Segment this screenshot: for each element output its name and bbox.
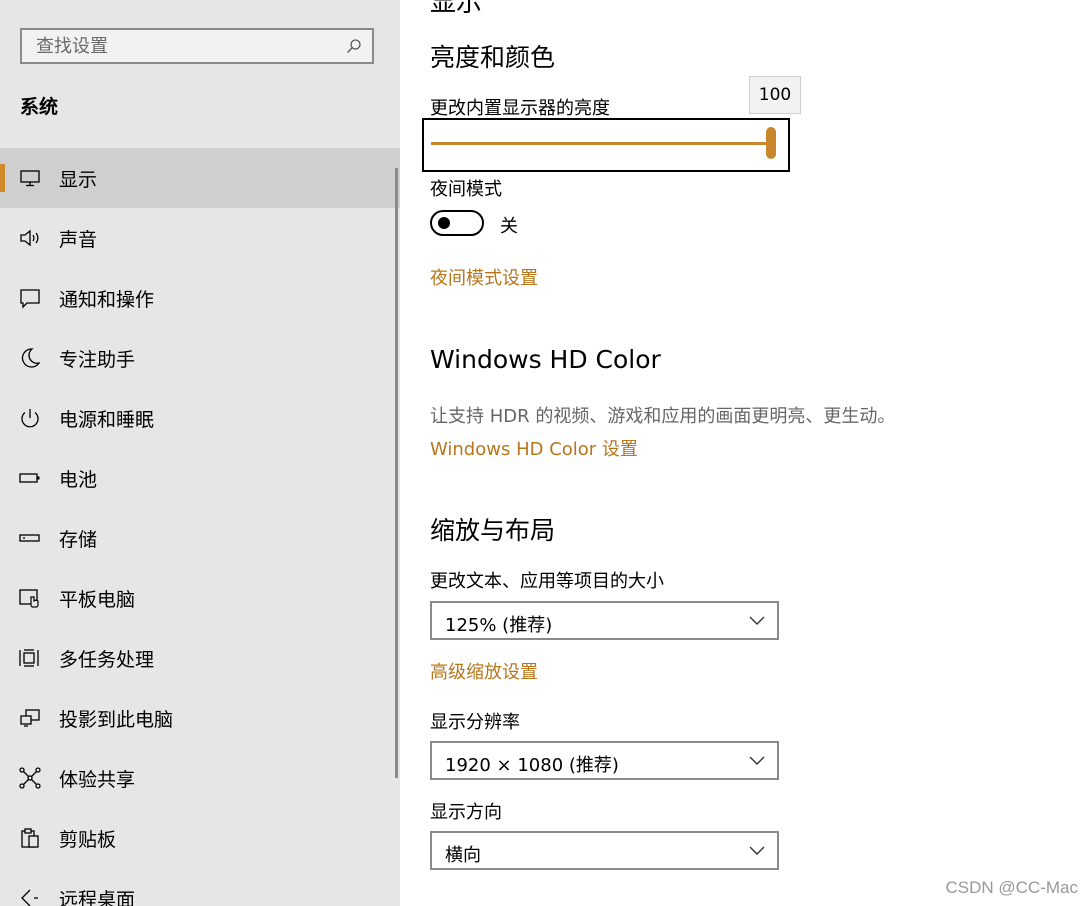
sidebar-item-project[interactable]: 投影到此电脑: [0, 688, 400, 748]
sidebar-item-power-sleep[interactable]: 电源和睡眠: [0, 388, 400, 448]
power-icon: [21, 409, 39, 428]
section-title: 系统: [20, 96, 59, 118]
chevron-down-icon: [749, 846, 765, 855]
slider-track[interactable]: [431, 142, 771, 145]
night-mode-settings-link[interactable]: 夜间模式设置: [430, 264, 538, 290]
sidebar-item-label: 声音: [59, 228, 98, 251]
hdr-heading: Windows HD Color: [430, 345, 661, 374]
sidebar-scrollbar[interactable]: [395, 168, 398, 778]
hdr-description: 让支持 HDR 的视频、游戏和应用的画面更明亮、更生动。: [430, 406, 896, 427]
sidebar-item-storage[interactable]: 存储: [0, 508, 400, 568]
search-icon[interactable]: [346, 38, 362, 54]
select-value: 1920 × 1080 (推荐): [445, 755, 619, 776]
brightness-slider[interactable]: [422, 118, 790, 172]
resolution-select[interactable]: 1920 × 1080 (推荐): [430, 741, 779, 780]
sidebar-item-tablet[interactable]: 平板电脑: [0, 568, 400, 628]
scale-size-label: 更改文本、应用等项目的大小: [430, 571, 664, 592]
main-content: 显示 亮度和颜色 更改内置显示器的亮度 100 夜间模式 关 夜间模式设置 Wi…: [400, 0, 1092, 906]
orientation-select[interactable]: 横向: [430, 831, 779, 870]
toggle-knob: [438, 217, 450, 229]
select-value: 125% (推荐): [445, 615, 553, 636]
sidebar-item-label: 远程桌面: [59, 888, 136, 906]
sidebar-item-focus-assist[interactable]: 专注助手: [0, 328, 400, 388]
sidebar-item-battery[interactable]: 电池: [0, 448, 400, 508]
brightness-heading: 亮度和颜色: [430, 43, 556, 72]
sidebar-item-label: 平板电脑: [59, 588, 136, 611]
speaker-icon: [20, 229, 39, 247]
monitor-icon: [20, 170, 40, 187]
sidebar-item-label: 专注助手: [59, 348, 136, 371]
moon-icon: [21, 348, 41, 368]
storage-icon: [19, 534, 40, 542]
message-icon: [20, 289, 40, 309]
advanced-scaling-link[interactable]: 高级缩放设置: [430, 658, 538, 684]
hdr-settings-link[interactable]: Windows HD Color 设置: [430, 435, 638, 461]
sidebar-item-label: 剪贴板: [59, 828, 117, 851]
night-mode-label: 夜间模式: [430, 179, 502, 200]
scale-select[interactable]: 125% (推荐): [430, 601, 779, 640]
brightness-value-tooltip: 100: [749, 76, 801, 114]
sidebar-item-label: 多任务处理: [59, 648, 155, 671]
sidebar-nav: 显示 声音 通知和操作 专注助手 电源和睡眠 电池 存储 平板电脑 多任务处理 …: [0, 148, 400, 906]
select-value: 横向: [445, 845, 481, 866]
sidebar-item-label: 存储: [59, 528, 98, 551]
project-icon: [20, 709, 40, 727]
sidebar-item-label: 电池: [59, 468, 98, 491]
sidebar-item-display[interactable]: 显示: [0, 148, 400, 208]
sidebar-item-label: 通知和操作: [59, 288, 155, 311]
tablet-icon: [19, 589, 39, 608]
brightness-label: 更改内置显示器的亮度: [430, 98, 610, 119]
sidebar-item-remote-desktop[interactable]: 远程桌面: [0, 868, 400, 906]
multitask-icon: [19, 649, 39, 667]
sidebar-item-label: 投影到此电脑: [59, 708, 174, 731]
sidebar-item-label: 电源和睡眠: [59, 408, 155, 431]
search-box[interactable]: [20, 28, 374, 64]
sidebar-item-label: 显示: [59, 168, 98, 191]
resolution-label: 显示分辨率: [430, 712, 520, 733]
sidebar-item-sound[interactable]: 声音: [0, 208, 400, 268]
sidebar-item-shared-experiences[interactable]: 体验共享: [0, 748, 400, 808]
scale-heading: 缩放与布局: [430, 516, 556, 545]
clipboard-icon: [21, 828, 39, 848]
share-icon: [19, 767, 41, 789]
slider-thumb[interactable]: [766, 127, 776, 159]
remote-icon: [21, 889, 38, 906]
chevron-down-icon: [749, 616, 765, 625]
sidebar-item-clipboard[interactable]: 剪贴板: [0, 808, 400, 868]
chevron-down-icon: [749, 756, 765, 765]
sidebar-item-label: 体验共享: [59, 768, 136, 791]
watermark: CSDN @CC-Mac: [945, 878, 1078, 897]
orientation-label: 显示方向: [430, 802, 502, 823]
sidebar: 系统 显示 声音 通知和操作 专注助: [0, 0, 400, 906]
night-mode-toggle[interactable]: [430, 210, 484, 236]
sidebar-item-multitasking[interactable]: 多任务处理: [0, 628, 400, 688]
night-mode-state: 关: [500, 216, 518, 237]
battery-icon: [19, 473, 40, 483]
search-input[interactable]: [22, 30, 372, 62]
sidebar-item-notifications[interactable]: 通知和操作: [0, 268, 400, 328]
page-title: 显示: [430, 0, 483, 18]
